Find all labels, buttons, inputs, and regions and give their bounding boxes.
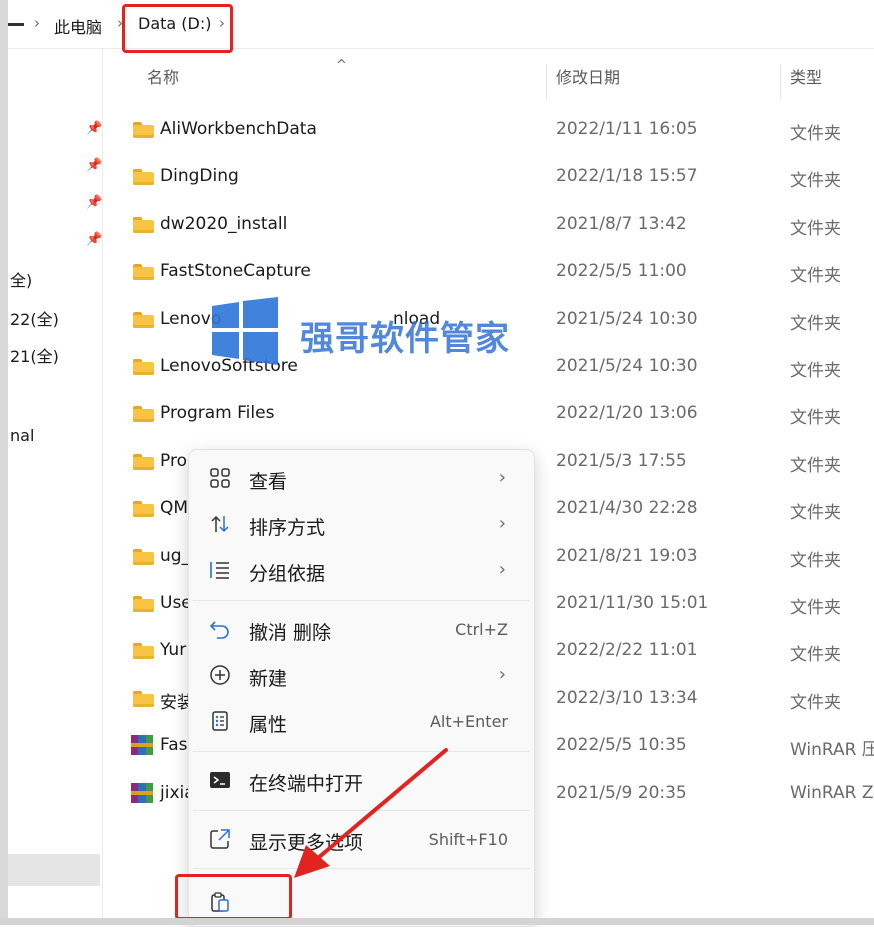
window-frame-bottom (0, 918, 874, 925)
window-frame-left (0, 0, 8, 925)
annotation-arrow (294, 748, 448, 878)
